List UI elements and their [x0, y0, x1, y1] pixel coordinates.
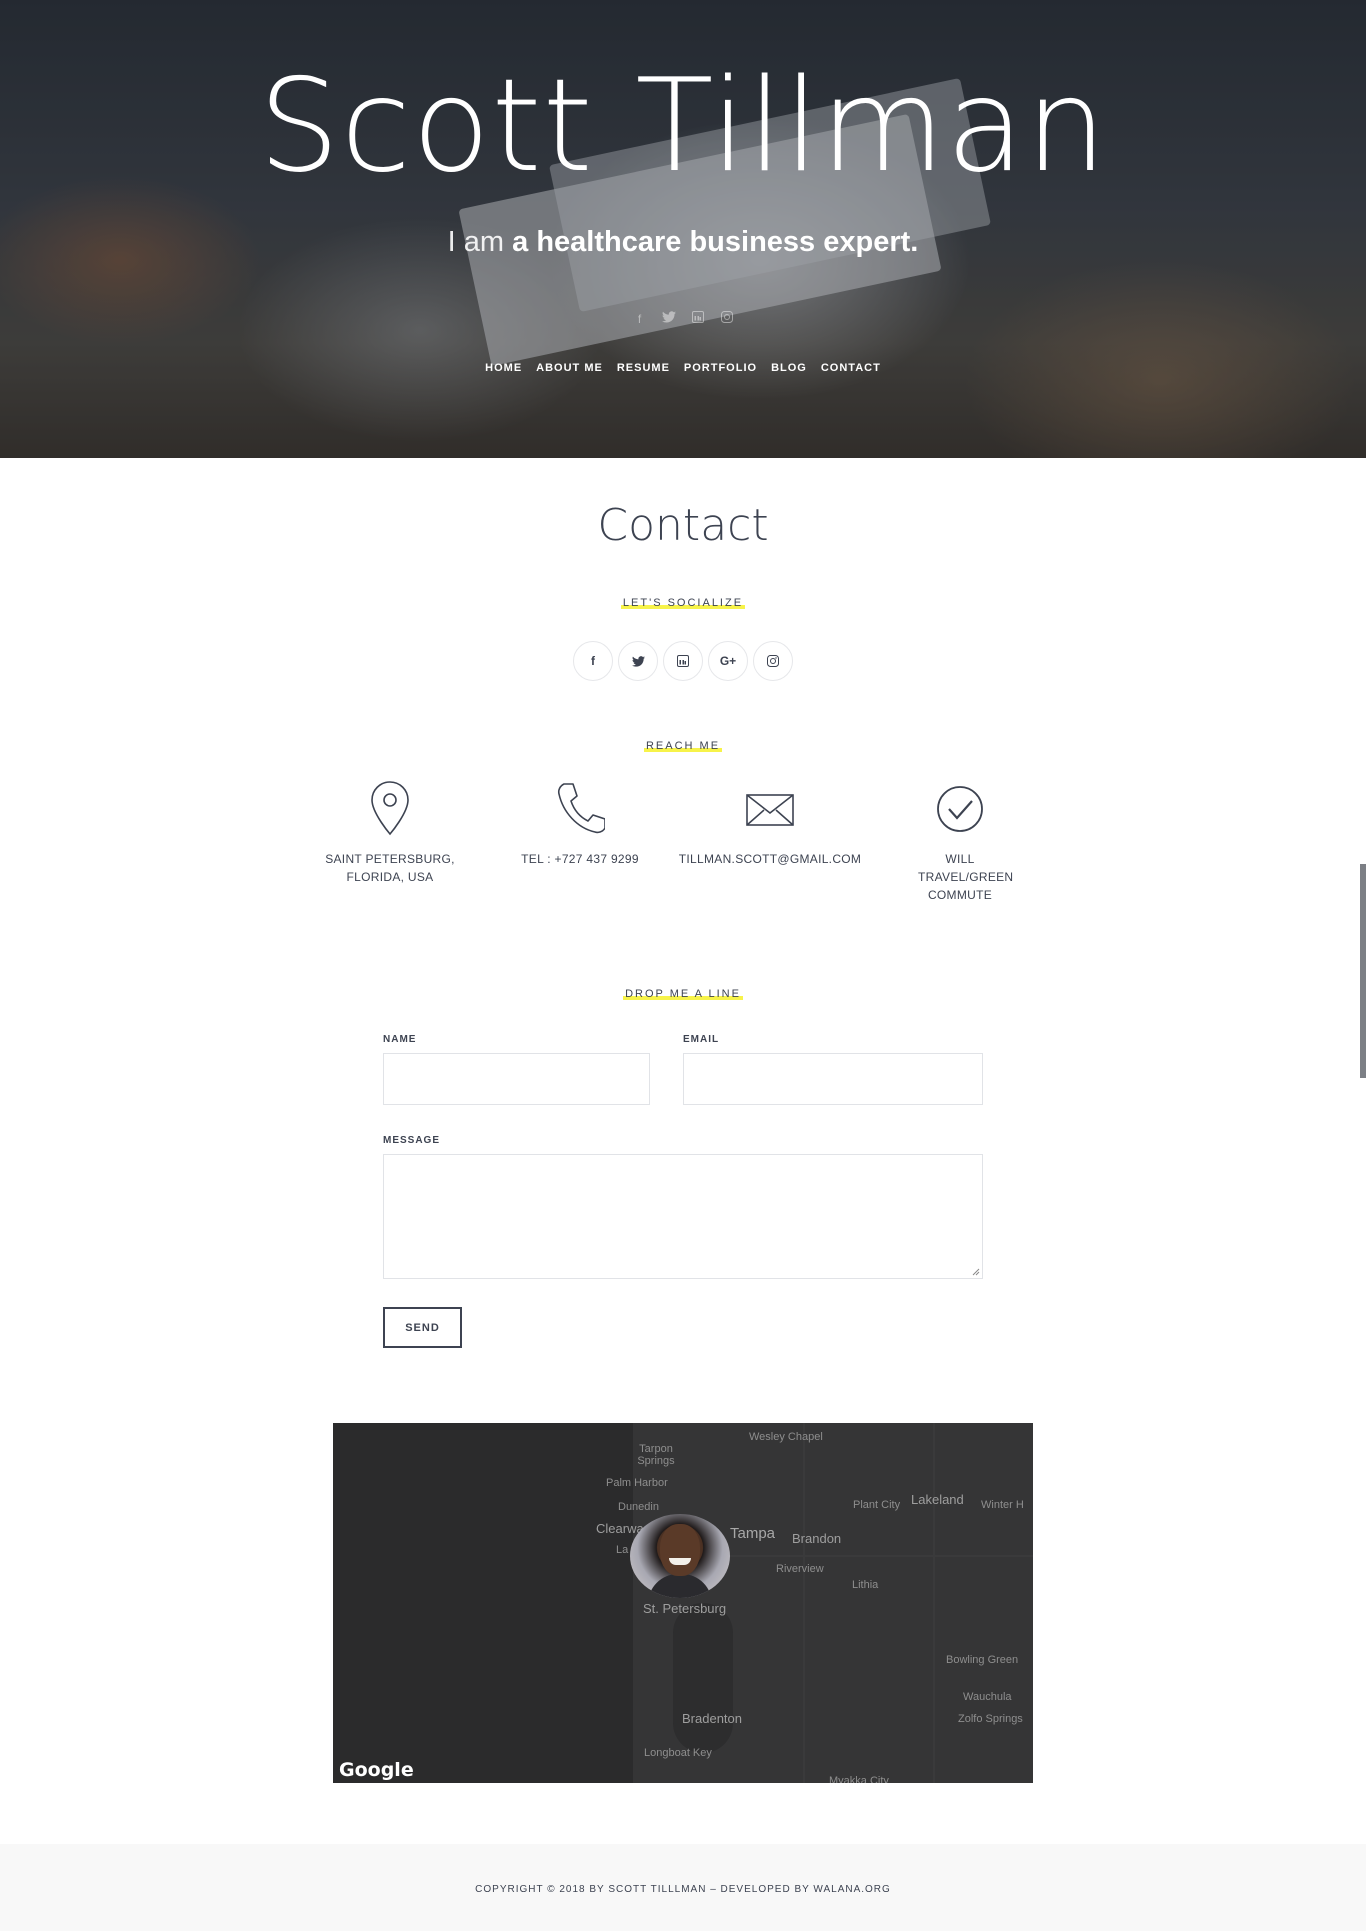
- nav-contact[interactable]: CONTACT: [821, 362, 881, 374]
- resize-handle-icon[interactable]: [972, 1268, 980, 1276]
- map-marker-avatar[interactable]: [630, 1514, 730, 1598]
- email-field[interactable]: [683, 1053, 983, 1105]
- tagline-prefix: I am: [447, 226, 505, 258]
- avatar-smile: [669, 1558, 691, 1565]
- message-field[interactable]: [383, 1154, 983, 1279]
- hero-social-links: f: [0, 311, 1366, 327]
- map-label-lakeland: Lakeland: [911, 1492, 964, 1507]
- map-road: [933, 1423, 935, 1783]
- hero-name: Scott Tillman: [258, 52, 1108, 201]
- footer: COPYRIGHT © 2018 BY SCOTT TILLLMAN – DEV…: [0, 1844, 1366, 1931]
- checkmark-icon: [937, 786, 983, 832]
- nav-resume[interactable]: RESUME: [617, 362, 670, 374]
- map-label-tampa: Tampa: [730, 1525, 776, 1542]
- map-label-wesley-chapel: Wesley Chapel: [749, 1431, 823, 1443]
- message-label: MESSAGE: [383, 1135, 441, 1146]
- socialize-heading: LET'S SOCIALIZE: [0, 593, 1366, 611]
- google-plus-icon: G+: [719, 654, 737, 668]
- nav-blog[interactable]: BLOG: [771, 362, 807, 374]
- linkedin-icon[interactable]: [690, 311, 706, 327]
- map-label-riverview: Riverview: [776, 1563, 824, 1575]
- map-label-zolfo-springs: Zolfo Springs: [958, 1713, 1023, 1725]
- map-label-plant-city: Plant City: [853, 1499, 901, 1511]
- map-label-longboat-key: Longboat Key: [644, 1747, 712, 1759]
- map-label-wauchula: Wauchula: [963, 1691, 1012, 1703]
- twitter-button[interactable]: [618, 641, 658, 681]
- envelope-icon: [746, 794, 794, 826]
- nav-about-me[interactable]: ABOUT ME: [536, 362, 603, 374]
- map-label-brandon: Brandon: [792, 1531, 842, 1546]
- google-logo: Google: [339, 1759, 414, 1781]
- map-label-tarpon-springs: Tarpon Springs: [637, 1443, 675, 1467]
- reach-item-phone: TEL : +727 437 9299: [510, 780, 650, 868]
- instagram-icon: [767, 655, 779, 667]
- hero-tagline: I am a healthcare business expert.: [0, 226, 1366, 259]
- footer-copyright: COPYRIGHT © 2018 BY SCOTT TILLLMAN – DEV…: [475, 1884, 891, 1895]
- phone-icon: [557, 783, 605, 834]
- form-label: DROP ME A LINE: [623, 988, 743, 1001]
- linkedin-button[interactable]: [663, 641, 703, 681]
- form-heading: DROP ME A LINE: [0, 984, 1366, 1002]
- map-label-largo: La: [616, 1544, 629, 1556]
- twitter-icon[interactable]: [661, 311, 677, 327]
- reach-label: REACH ME: [643, 740, 723, 753]
- twitter-icon: [631, 655, 645, 667]
- facebook-icon[interactable]: f: [632, 311, 648, 327]
- reach-heading: REACH ME: [0, 736, 1366, 754]
- map-label-st-petersburg: St. Petersburg: [643, 1601, 727, 1616]
- facebook-button[interactable]: f: [573, 641, 613, 681]
- reach-location-text: SAINT PETERSBURG, FLORIDA, USA: [325, 852, 455, 884]
- map-label-winter-haven: Winter H: [981, 1499, 1024, 1511]
- reach-email-text[interactable]: TILLMAN.SCOTT@GMAIL.COM: [670, 850, 870, 868]
- hero-banner: Scott Tillman I am a healthcare business…: [0, 0, 1366, 458]
- reach-travel-text: WILL TRAVEL/GREEN COMMUTE: [918, 852, 1014, 902]
- reach-phone-text: TEL : +727 437 9299: [521, 852, 639, 866]
- map-road: [803, 1423, 805, 1783]
- map-label-palm-harbor: Palm Harbor: [606, 1477, 668, 1489]
- reach-item-travel: WILL TRAVEL/GREEN COMMUTE: [890, 780, 1030, 904]
- send-button[interactable]: SEND: [383, 1307, 462, 1348]
- instagram-button[interactable]: [753, 641, 793, 681]
- email-label: EMAIL: [683, 1034, 720, 1045]
- map-label-bowling-green: Bowling Green: [946, 1654, 1019, 1666]
- map-bay: [673, 1603, 733, 1753]
- contact-title: Contact: [597, 500, 769, 551]
- scrollbar-thumb[interactable]: [1360, 864, 1366, 1078]
- reach-item-location: SAINT PETERSBURG, FLORIDA, USA: [320, 780, 460, 886]
- location-map[interactable]: Wesley Chapel Tarpon Springs Palm Harbor…: [333, 1423, 1033, 1783]
- avatar-shirt: [648, 1574, 712, 1598]
- name-label: NAME: [383, 1034, 417, 1045]
- social-buttons: f G+: [0, 641, 1366, 681]
- nav-home[interactable]: HOME: [485, 362, 522, 374]
- tagline-emphasis: a healthcare business expert.: [512, 226, 919, 258]
- google-plus-button[interactable]: G+: [708, 641, 748, 681]
- instagram-icon[interactable]: [719, 311, 735, 327]
- avatar-face: [660, 1524, 700, 1576]
- main-nav: HOME ABOUT ME RESUME PORTFOLIO BLOG CONT…: [0, 362, 1366, 374]
- socialize-label: LET'S SOCIALIZE: [620, 597, 746, 610]
- linkedin-icon: [677, 655, 689, 667]
- nav-portfolio[interactable]: PORTFOLIO: [684, 362, 757, 374]
- map-label-lithia: Lithia: [852, 1579, 879, 1591]
- map-label-bradenton: Bradenton: [682, 1711, 742, 1726]
- reach-item-email: TILLMAN.SCOTT@GMAIL.COM: [679, 780, 861, 868]
- map-pin-icon: [371, 781, 409, 836]
- map-label-myakka-city: Myakka City: [829, 1775, 889, 1783]
- facebook-icon: f: [591, 654, 595, 668]
- map-water: [333, 1423, 633, 1783]
- name-field[interactable]: [383, 1053, 650, 1105]
- map-label-dunedin: Dunedin: [618, 1501, 659, 1513]
